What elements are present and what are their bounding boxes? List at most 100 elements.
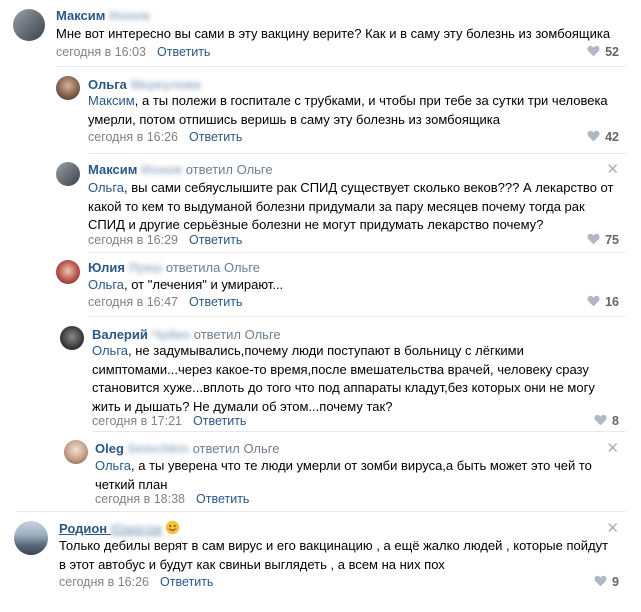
heart-icon bbox=[587, 233, 600, 245]
author-first-name[interactable]: Юлия bbox=[88, 260, 125, 275]
author-first-name[interactable]: Максим bbox=[88, 162, 137, 177]
timestamp[interactable]: сегодня в 16:26 bbox=[88, 130, 178, 144]
author-first-name[interactable]: Родион bbox=[59, 521, 107, 536]
reply-button[interactable]: Ответить bbox=[196, 492, 249, 506]
replied-to-label[interactable]: ответил Ольге bbox=[194, 327, 281, 342]
reply-button[interactable]: Ответить bbox=[157, 45, 210, 59]
replied-to-label[interactable]: ответил Ольге bbox=[186, 162, 273, 177]
comment-meta: сегодня в 16:26 Ответить bbox=[88, 130, 242, 144]
separator bbox=[56, 66, 626, 67]
heart-icon bbox=[594, 575, 607, 587]
comment-text: Ольга, не задумывались,почему люди посту… bbox=[92, 342, 632, 416]
comment-meta: сегодня в 18:38 Ответить bbox=[95, 492, 249, 506]
like-count: 16 bbox=[605, 295, 619, 309]
mention-link[interactable]: Максим bbox=[88, 93, 135, 108]
separator bbox=[88, 153, 626, 154]
like-count: 8 bbox=[612, 414, 619, 428]
comment-6: Oleg Semchkin ответил Ольге ✕ Ольга, а т… bbox=[0, 433, 641, 513]
close-icon[interactable]: ✕ bbox=[606, 162, 619, 177]
mention-link[interactable]: Ольга bbox=[92, 343, 128, 358]
like-count: 9 bbox=[612, 575, 619, 589]
author-last-name[interactable]: Лукш bbox=[129, 260, 163, 275]
avatar[interactable] bbox=[56, 260, 80, 284]
comment-body: , от "лечения" и умирают... bbox=[124, 277, 284, 292]
reply-button[interactable]: Ответить bbox=[160, 575, 213, 589]
close-icon[interactable]: ✕ bbox=[606, 521, 619, 536]
comment-text: Только дебилы верят в сам вирус и его ва… bbox=[59, 538, 609, 572]
replied-to-label[interactable]: ответил Ольге bbox=[193, 441, 280, 456]
timestamp[interactable]: сегодня в 17:21 bbox=[92, 414, 182, 428]
avatar[interactable] bbox=[64, 440, 88, 464]
reply-button[interactable]: Ответить bbox=[189, 130, 242, 144]
replied-to-label[interactable]: ответила Ольге bbox=[166, 260, 260, 275]
comment-2: Ольга Меркулова Максим, а ты полежи в го… bbox=[0, 70, 641, 155]
like-count: 75 bbox=[605, 233, 619, 247]
separator bbox=[16, 511, 626, 512]
like-button[interactable]: 75 bbox=[587, 233, 619, 247]
reply-button[interactable]: Ответить bbox=[193, 414, 246, 428]
comment-5: Валерий Чуйко ответил Ольге Ольга, не за… bbox=[0, 318, 641, 430]
mention-link[interactable]: Ольга bbox=[88, 180, 124, 195]
comment-body: , а ты уверена что те люди умерли от зом… bbox=[95, 458, 592, 492]
like-button[interactable]: 52 bbox=[587, 45, 619, 59]
author-name[interactable]: Максим Ионов ответил Ольге bbox=[88, 162, 273, 177]
avatar[interactable] bbox=[13, 9, 45, 41]
comment-meta: сегодня в 17:21 Ответить bbox=[92, 414, 246, 428]
avatar[interactable] bbox=[56, 76, 80, 100]
author-name[interactable]: Юлия Лукш ответила Ольге bbox=[88, 260, 260, 275]
comment-meta: сегодня в 16:29 Ответить bbox=[88, 233, 242, 247]
avatar[interactable] bbox=[60, 326, 84, 350]
comment-text: Мне вот интересно вы сами в эту вакцину … bbox=[56, 26, 611, 41]
comment-7: Родион Юмагов ✕ Только дебилы верят в са… bbox=[0, 513, 641, 612]
author-name[interactable]: Oleg Semchkin ответил Ольге bbox=[95, 441, 279, 456]
timestamp[interactable]: сегодня в 16:26 bbox=[59, 575, 149, 589]
author-name[interactable]: Родион Юмагов bbox=[59, 520, 180, 536]
like-button[interactable]: 16 bbox=[587, 295, 619, 309]
comment-body: , вы сами себяуслышите рак СПИД существу… bbox=[88, 180, 614, 232]
comment-text: Ольга, а ты уверена что те люди умерли о… bbox=[95, 457, 630, 494]
timestamp[interactable]: сегодня в 18:38 bbox=[95, 492, 185, 506]
timestamp[interactable]: сегодня в 16:29 bbox=[88, 233, 178, 247]
author-first-name[interactable]: Максим bbox=[56, 8, 105, 23]
heart-icon bbox=[587, 130, 600, 142]
mention-link[interactable]: Ольга bbox=[88, 277, 124, 292]
comment-text: Ольга, вы сами себяуслышите рак СПИД сущ… bbox=[88, 179, 633, 235]
comment-meta: сегодня в 16:03 Ответить bbox=[56, 45, 210, 59]
reply-button[interactable]: Ответить bbox=[189, 233, 242, 247]
comment-meta: сегодня в 16:47 Ответить bbox=[88, 295, 242, 309]
author-last-name[interactable]: Меркулова bbox=[130, 77, 201, 92]
author-last-name[interactable]: Ионов bbox=[141, 162, 182, 177]
like-count: 52 bbox=[605, 45, 619, 59]
author-last-name[interactable]: Semchkin bbox=[128, 441, 189, 456]
timestamp[interactable]: сегодня в 16:03 bbox=[56, 45, 146, 59]
comment-body: , а ты полежи в госпитале с трубками, и … bbox=[88, 93, 608, 127]
mention-link[interactable]: Ольга bbox=[95, 458, 131, 473]
heart-icon bbox=[594, 414, 607, 426]
author-last-name[interactable]: Юмагов bbox=[111, 521, 162, 536]
author-name[interactable]: Ольга Меркулова bbox=[88, 77, 201, 92]
like-count: 42 bbox=[605, 130, 619, 144]
separator bbox=[88, 252, 626, 253]
like-button[interactable]: 9 bbox=[594, 575, 619, 589]
reply-button[interactable]: Ответить bbox=[189, 295, 242, 309]
comment-meta: сегодня в 16:26 Ответить bbox=[59, 575, 213, 589]
like-button[interactable]: 42 bbox=[587, 130, 619, 144]
timestamp[interactable]: сегодня в 16:47 bbox=[88, 295, 178, 309]
avatar[interactable] bbox=[56, 162, 80, 186]
heart-icon bbox=[587, 295, 600, 307]
comment-3: Максим Ионов ответил Ольге ✕ Ольга, вы с… bbox=[0, 155, 641, 253]
author-first-name[interactable]: Валерий bbox=[92, 327, 148, 342]
comment-text: Максим, а ты полежи в госпитале с трубка… bbox=[88, 92, 628, 129]
avatar[interactable] bbox=[14, 521, 48, 555]
like-button[interactable]: 8 bbox=[594, 414, 619, 428]
author-first-name[interactable]: Ольга bbox=[88, 77, 127, 92]
comment-1: Максим Ионов Мне вот интересно вы сами в… bbox=[0, 0, 641, 70]
comment-4: Юлия Лукш ответила Ольге Ольга, от "лече… bbox=[0, 254, 641, 318]
comment-text: Ольга, от "лечения" и умирают... bbox=[88, 276, 633, 295]
author-name[interactable]: Валерий Чуйко ответил Ольге bbox=[92, 327, 281, 342]
author-name[interactable]: Максим Ионов bbox=[56, 8, 150, 23]
close-icon[interactable]: ✕ bbox=[606, 441, 619, 456]
author-last-name[interactable]: Чуйко bbox=[151, 327, 190, 342]
author-first-name[interactable]: Oleg bbox=[95, 441, 124, 456]
author-last-name[interactable]: Ионов bbox=[109, 8, 150, 23]
